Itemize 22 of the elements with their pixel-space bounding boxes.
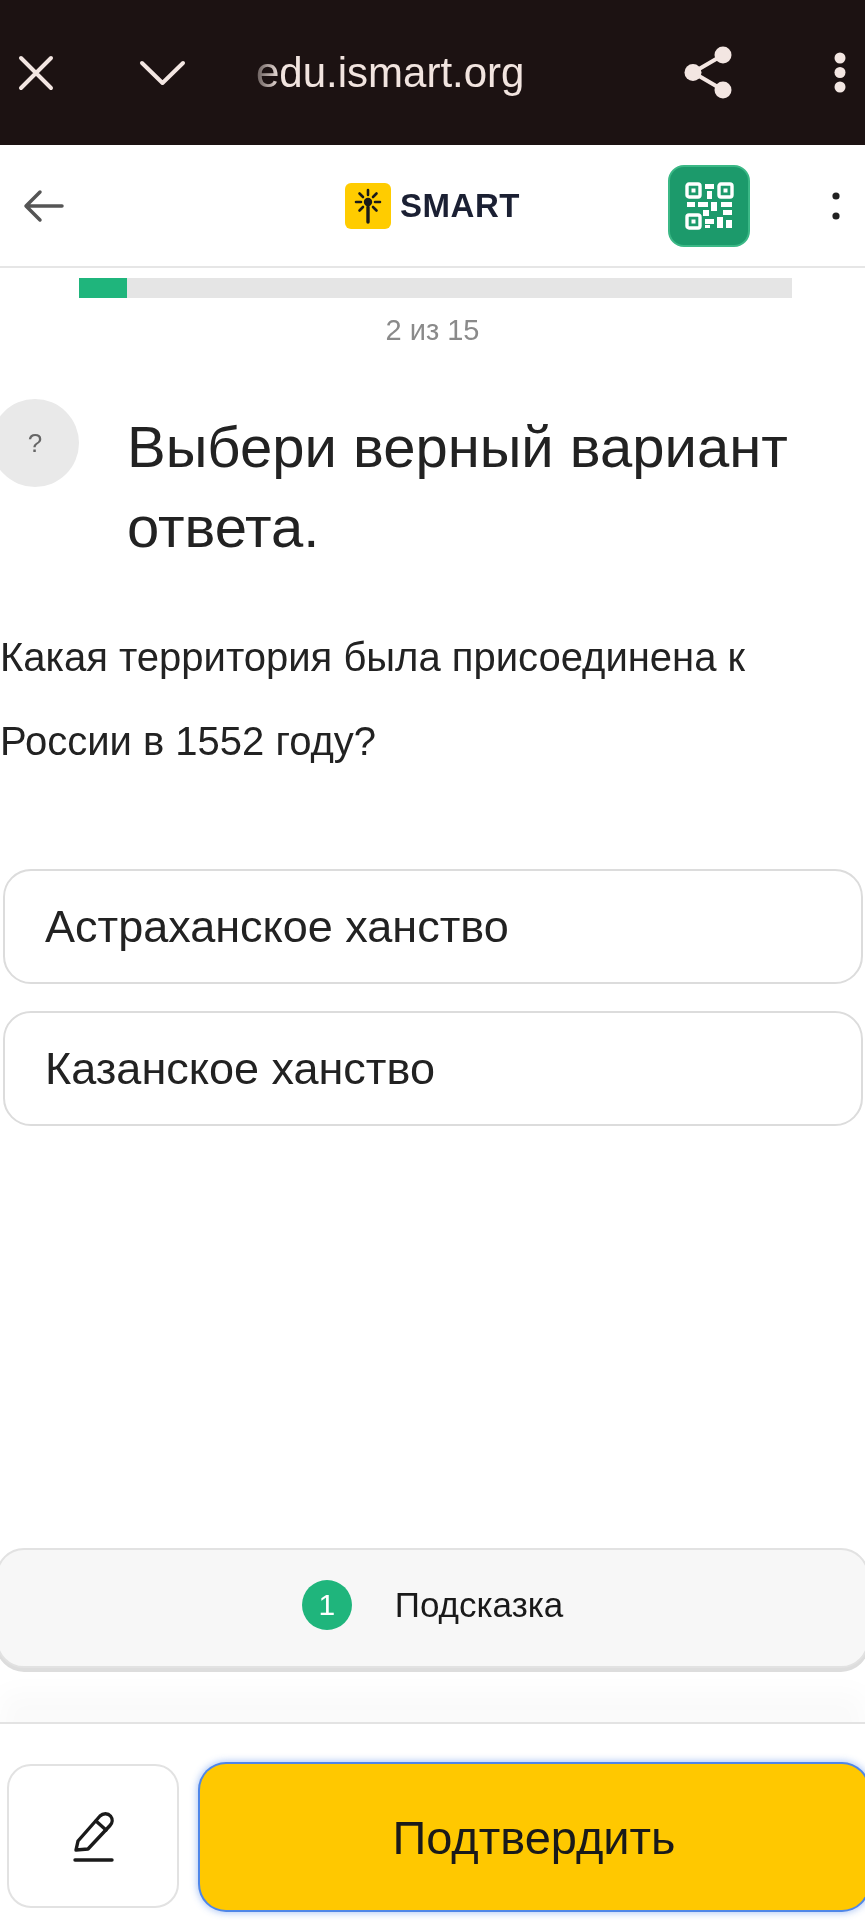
confirm-button[interactable]: Подтвердить — [200, 1764, 865, 1910]
question-text: Какая территория была присоединена к России в 1552 году? — [0, 634, 747, 765]
qr-code-icon — [684, 181, 734, 230]
edit-button[interactable] — [7, 1764, 179, 1908]
more-options-icon[interactable] — [834, 52, 846, 93]
url-text[interactable]: edu.ismart.org — [256, 48, 525, 97]
logo-icon — [345, 182, 392, 229]
question-title: Выбери верный вариант ответа. — [127, 413, 789, 561]
more-options-icon[interactable] — [832, 191, 840, 220]
pencil-icon — [71, 1810, 115, 1862]
hint-label: Подсказка — [394, 1585, 564, 1625]
hint-counter: 1 — [301, 1580, 352, 1630]
qr-code-button[interactable] — [668, 164, 750, 247]
close-icon[interactable] — [18, 54, 54, 91]
help-button[interactable]: ? — [0, 399, 79, 487]
share-icon[interactable] — [684, 46, 732, 99]
answer-option[interactable]: Астраханское ханство — [3, 869, 863, 984]
progress-label: 2 из 15 — [384, 313, 481, 347]
answer-option[interactable]: Казанское ханство — [3, 1011, 863, 1126]
chevron-down-icon[interactable] — [139, 59, 186, 86]
back-arrow-icon[interactable] — [23, 188, 64, 223]
logo-text: SMART — [400, 186, 520, 225]
